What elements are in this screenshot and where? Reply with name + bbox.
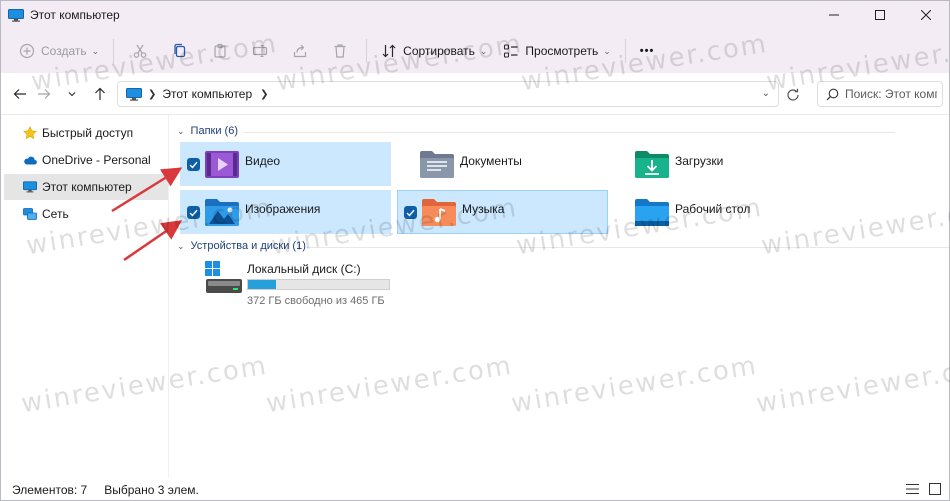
navigation-pane: Быстрый доступ OneDrive - Personal Этот …: [1, 115, 168, 477]
sidebar-item-label: Этот компьютер: [42, 180, 132, 194]
plus-circle-icon: [19, 43, 35, 59]
downloads-folder-icon: [635, 151, 669, 178]
drive-free-space: 372 ГБ свободно из 465 ГБ: [247, 295, 385, 307]
drive-usage-fill: [248, 280, 277, 289]
view-switcher: [906, 483, 941, 495]
drive-icon: [205, 261, 242, 293]
folder-name: Загрузки: [675, 154, 724, 168]
group-header-label: Папки (6): [190, 125, 238, 137]
share-icon: [294, 44, 307, 58]
breadcrumb-this-pc[interactable]: Этот компьютер: [162, 87, 252, 101]
sidebar-item-label: OneDrive - Personal: [42, 153, 151, 167]
videos-folder-icon: [205, 151, 239, 178]
breadcrumb-separator-icon: ❯: [148, 88, 157, 100]
status-bar: Элементов: 7 Выбрано 3 элем.: [1, 477, 949, 500]
close-icon: [921, 10, 931, 20]
folder-name: Документы: [460, 154, 522, 168]
documents-folder-icon: [420, 151, 454, 178]
back-button[interactable]: [10, 84, 30, 104]
chevron-down-icon: ⌄: [177, 125, 185, 136]
window-controls: [811, 1, 949, 29]
folder-name: Видео: [245, 154, 281, 168]
folder-tile-videos[interactable]: Видео: [180, 142, 391, 186]
maximize-button[interactable]: [857, 1, 903, 29]
sidebar-item-this-pc[interactable]: Этот компьютер: [4, 174, 168, 200]
sidebar-item-quick-access[interactable]: Быстрый доступ: [4, 120, 168, 146]
window-title: Этот компьютер: [30, 8, 120, 22]
checkbox-checked-icon[interactable]: [187, 158, 200, 171]
title-bar: Этот компьютер: [1, 1, 949, 29]
drive-tile-c[interactable]: Локальный диск (C:) 372 ГБ свободно из 4…: [205, 259, 425, 307]
folder-tile-downloads[interactable]: Загрузки: [610, 142, 821, 186]
minimize-button[interactable]: [811, 1, 857, 29]
sidebar-item-label: Быстрый доступ: [42, 126, 134, 140]
arrow-up-icon: [95, 87, 105, 100]
computer-icon: [23, 181, 37, 193]
group-divider: [243, 132, 895, 133]
sidebar-item-label: Сеть: [42, 207, 69, 221]
content-pane: ⌄ Папки (6) Видео Документы Загрузки Изо…: [169, 115, 949, 477]
computer-icon: [126, 87, 142, 101]
drive-usage-bar: [247, 279, 390, 290]
network-icon: [23, 207, 37, 220]
new-label: Создать: [41, 44, 87, 58]
selection-count: Выбрано 3 элем.: [104, 482, 199, 497]
star-icon: [23, 126, 37, 140]
breadcrumb-separator-icon[interactable]: ❯: [260, 89, 268, 100]
maximize-icon: [875, 10, 885, 20]
group-divider: [305, 247, 949, 248]
chevron-down-icon: ⌄: [177, 240, 185, 251]
search-icon: [826, 88, 839, 100]
search-input[interactable]: [845, 87, 937, 101]
group-header-folders[interactable]: ⌄ Папки (6): [177, 125, 943, 137]
computer-icon: [8, 8, 24, 22]
tiles-view-icon[interactable]: [929, 483, 941, 495]
cloud-icon: [24, 156, 37, 165]
details-view-icon[interactable]: [906, 483, 919, 495]
minimize-icon: [829, 14, 839, 16]
sidebar-item-onedrive[interactable]: OneDrive - Personal: [4, 147, 168, 173]
chevron-down-icon: ⌄: [91, 45, 100, 56]
item-count: Элементов: 7: [12, 482, 88, 497]
arrow-left-icon: [13, 89, 26, 99]
address-bar[interactable]: ❯ Этот компьютер ❯ ⌄: [117, 81, 779, 107]
drive-name: Локальный диск (C:): [247, 262, 361, 276]
folder-tile-documents[interactable]: Документы: [395, 142, 606, 186]
close-button[interactable]: [903, 1, 949, 29]
